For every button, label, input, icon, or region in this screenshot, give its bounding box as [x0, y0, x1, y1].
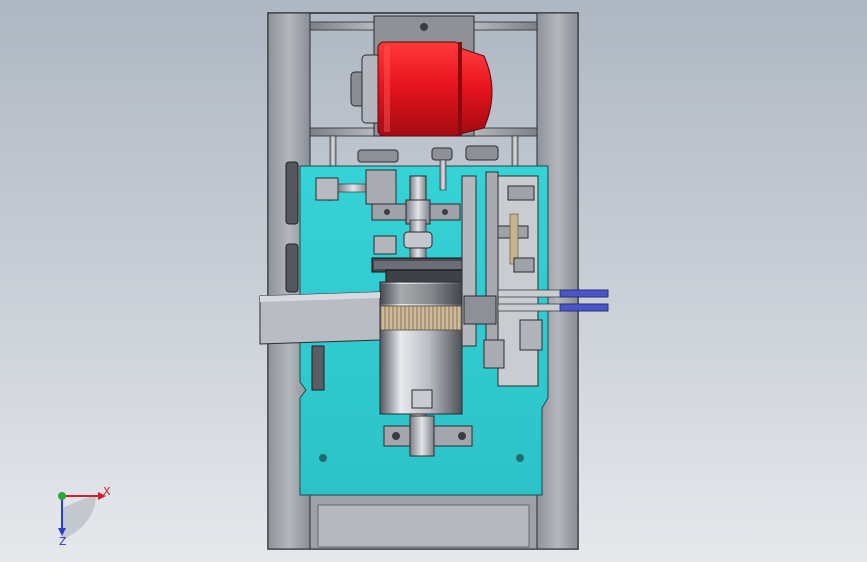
x-axis-label: X: [103, 485, 111, 498]
orientation-triad[interactable]: X Z: [40, 480, 120, 550]
cad-viewport[interactable]: X Z: [0, 0, 867, 562]
motor-pulley: [350, 54, 381, 124]
machine-assembly-model[interactable]: [0, 0, 867, 562]
gear-pair: [371, 257, 465, 283]
z-axis-label: Z: [59, 535, 67, 548]
feed-chute: [259, 291, 381, 345]
electric-motor: [377, 41, 493, 137]
